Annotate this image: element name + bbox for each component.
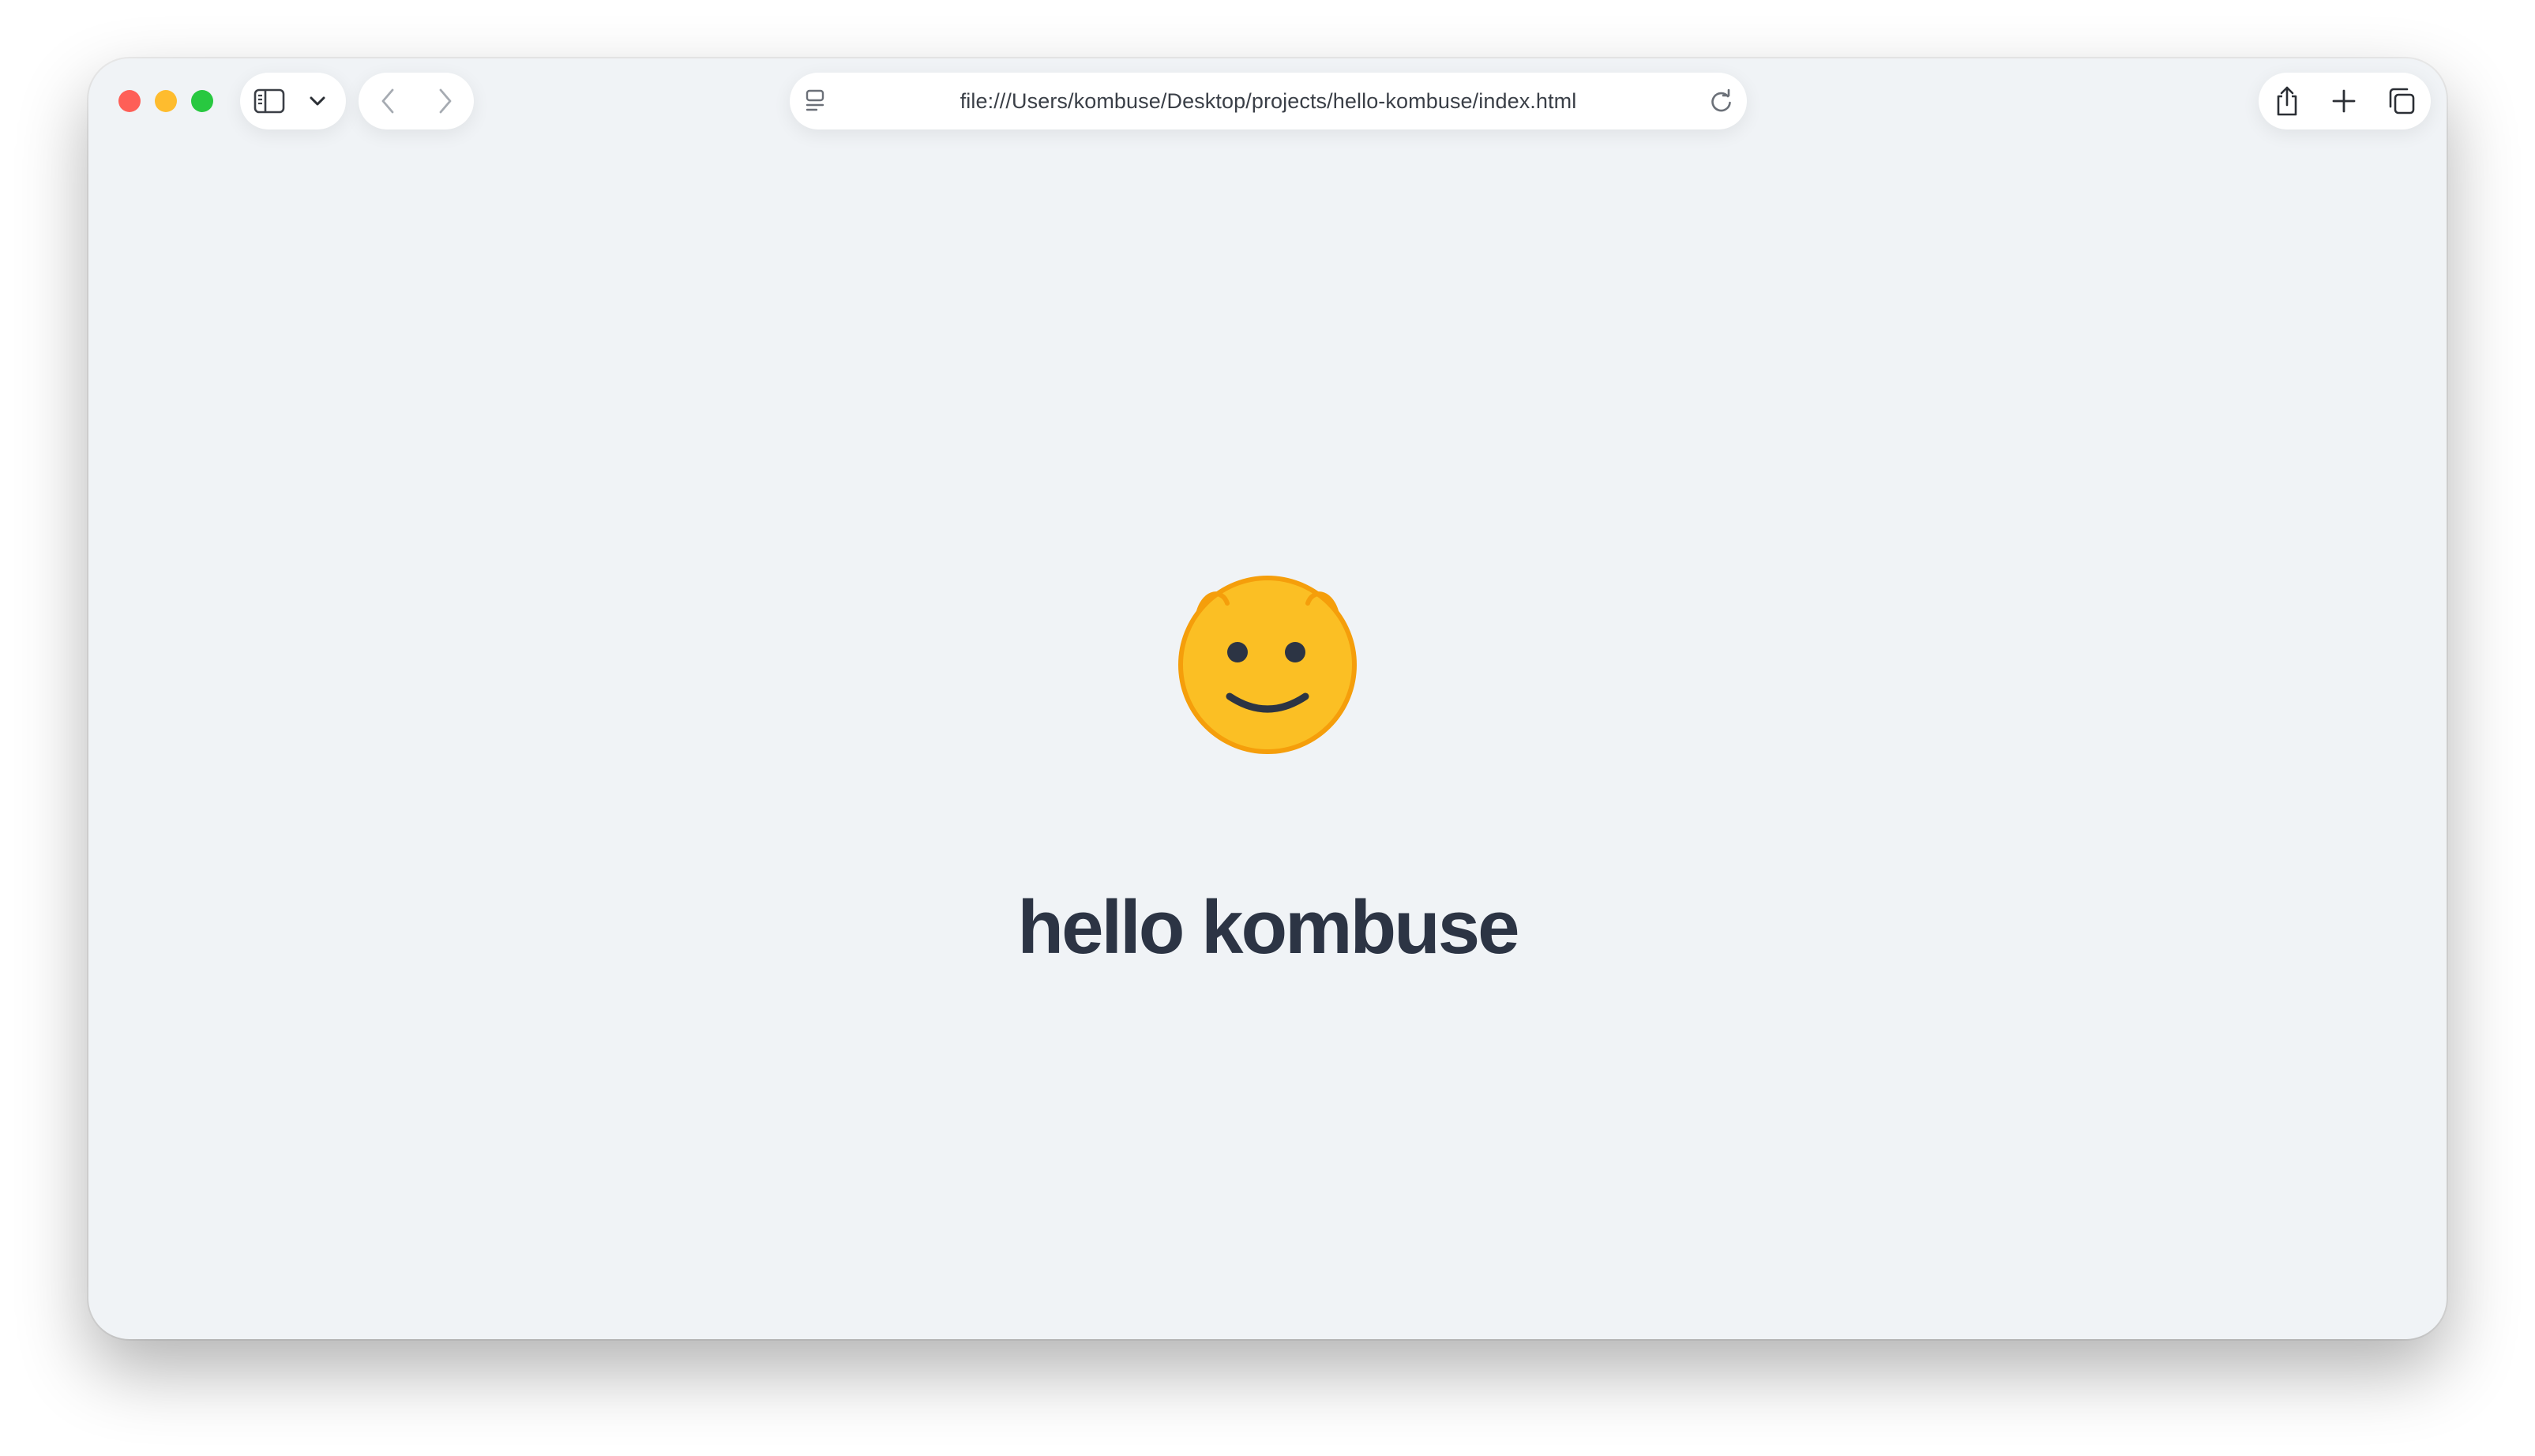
reload-icon[interactable] [1707,87,1736,115]
minimize-window-button[interactable] [155,90,177,112]
tab-overview-button[interactable] [2372,73,2431,129]
chevron-right-icon [439,88,451,114]
sidebar-control-group [240,73,346,129]
share-icon [2277,86,2297,116]
browser-toolbar: file:///Users/kombuse/Desktop/projects/h… [88,58,2447,145]
plus-icon [2332,89,2356,113]
close-window-button[interactable] [118,90,141,112]
sidebar-toggle-button[interactable] [240,73,299,129]
chevron-left-icon [381,88,393,114]
address-bar[interactable]: file:///Users/kombuse/Desktop/projects/h… [790,73,1747,129]
share-button[interactable] [2259,73,2315,129]
web-page-content: hello kombuse [88,145,2447,1339]
forward-button[interactable] [416,73,474,129]
chevron-down-icon [310,96,325,106]
page-heading: hello kombuse [1017,885,1519,970]
address-bar-url[interactable]: file:///Users/kombuse/Desktop/projects/h… [837,73,1699,129]
tab-group-menu-button[interactable] [299,73,336,129]
page-menu-icon[interactable] [802,88,829,114]
tab-overview-icon [2389,88,2415,114]
sidebar-icon [254,88,285,114]
smiley-face-icon [1178,576,1357,754]
new-tab-button[interactable] [2315,73,2372,129]
navigation-control-group [359,73,474,129]
back-button[interactable] [359,73,416,129]
maximize-window-button[interactable] [191,90,213,112]
toolbar-actions-group [2259,73,2431,129]
browser-window: file:///Users/kombuse/Desktop/projects/h… [88,58,2447,1339]
